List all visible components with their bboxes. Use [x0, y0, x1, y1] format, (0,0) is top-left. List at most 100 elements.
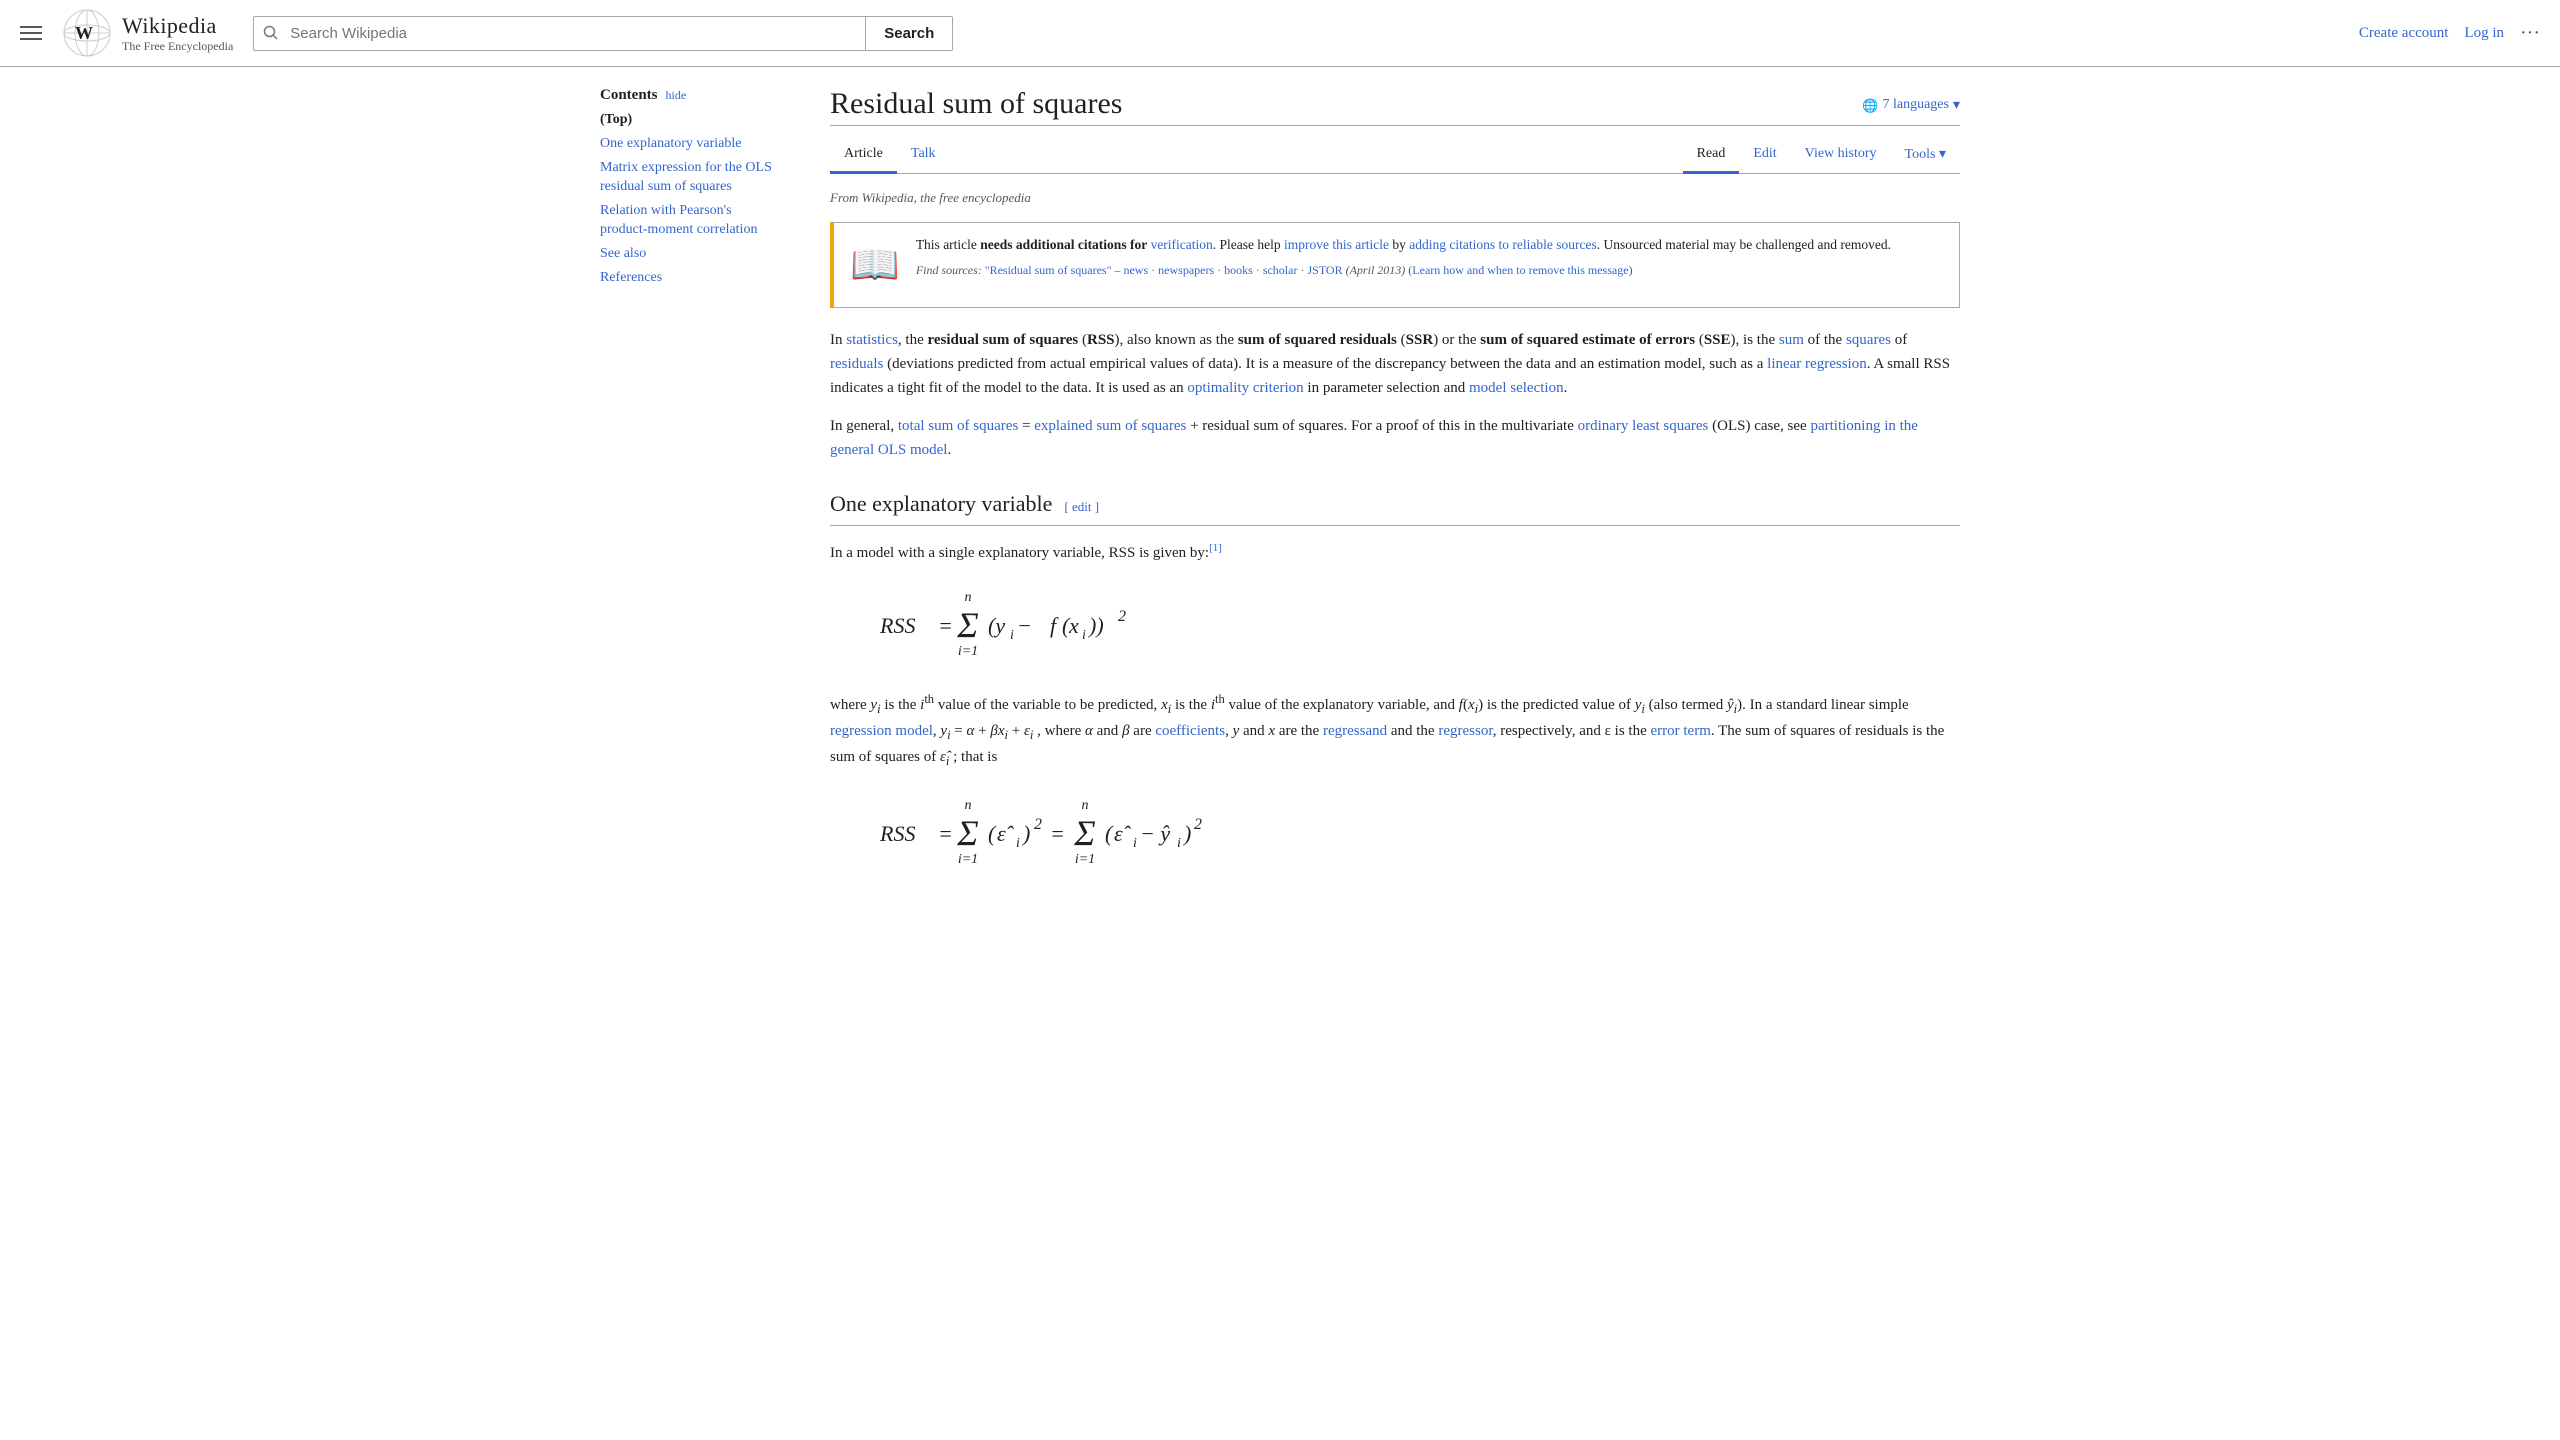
svg-text:): ) [1182, 821, 1191, 846]
svg-text:(y: (y [988, 613, 1005, 638]
formula-2-svg: RSS = n Σ i=1 ( ε̂ i ) 2 = n Σ i=1 ( [870, 791, 1270, 871]
regressand-link[interactable]: regressand [1323, 723, 1387, 739]
toc-item-5[interactable]: References [600, 270, 662, 285]
header-actions: Create account Log in ··· [2359, 22, 2540, 45]
svg-text:n: n [1082, 798, 1089, 813]
svg-text:i=1: i=1 [1075, 852, 1095, 867]
svg-text:f: f [1050, 613, 1059, 638]
svg-text:Σ: Σ [956, 813, 978, 853]
find-sources-text: Find sources: "Residual sum of squares" … [916, 261, 1943, 279]
tab-view-history[interactable]: View history [1791, 138, 1891, 174]
tab-article[interactable]: Article [830, 138, 897, 174]
toc-item-4[interactable]: See also [600, 246, 646, 261]
create-account-link[interactable]: Create account [2359, 25, 2449, 42]
toc-title-label: Contents [600, 87, 658, 104]
tab-tools[interactable]: Tools ▾ [1891, 138, 1960, 174]
site-logo[interactable]: W Wikipedia The Free Encyclopedia [62, 8, 233, 58]
svg-text:2: 2 [1118, 608, 1126, 625]
search-form: Search [253, 16, 953, 51]
footnote-ref-1[interactable]: [1] [1209, 542, 1222, 554]
svg-text:RSS: RSS [879, 821, 915, 846]
learn-how-link[interactable]: Learn how and when to remove this messag… [1412, 263, 1628, 277]
tab-talk[interactable]: Talk [897, 138, 950, 174]
optimality-criterion-link[interactable]: optimality criterion [1187, 380, 1303, 396]
article-body: In statistics, the residual sum of squar… [830, 328, 1960, 880]
svg-text:RSS: RSS [879, 613, 915, 638]
from-wikipedia-text: From Wikipedia, the free encyclopedia [830, 190, 1960, 206]
statistics-link[interactable]: statistics [846, 332, 898, 348]
svg-text:ε̂: ε̂ [997, 821, 1015, 846]
section1-paragraph-1: In a model with a single explanatory var… [830, 540, 1960, 565]
toc-item-3[interactable]: Relation with Pearson's product-moment c… [600, 203, 757, 238]
site-title: Wikipedia [122, 13, 233, 39]
svg-text:(: ( [988, 821, 997, 846]
translate-icon: 🌐 [1862, 97, 1878, 113]
news-link[interactable]: news [1123, 263, 1148, 277]
languages-button[interactable]: 🌐 7 languages ▾ [1862, 97, 1960, 114]
section-1-edit-link[interactable]: [ edit ] [1064, 497, 1099, 518]
svg-text:i=1: i=1 [958, 852, 978, 867]
wikipedia-logo-icon: W [62, 8, 112, 58]
svg-text:🌐: 🌐 [1862, 98, 1878, 113]
citation-text-pre: This article [916, 237, 980, 252]
svg-text:2: 2 [1194, 816, 1202, 833]
svg-text:Σ: Σ [956, 605, 978, 645]
search-icon [263, 25, 279, 41]
svg-text:2: 2 [1034, 816, 1042, 833]
rss-formula-1: RSS = n Σ i=1 (y i − f ( x i )) 2 [870, 585, 1960, 669]
source-query-link[interactable]: "Residual sum of squares" [985, 263, 1112, 277]
intro-paragraph-1: In statistics, the residual sum of squar… [830, 328, 1960, 400]
toc-hide-button[interactable]: hide [666, 88, 687, 103]
adding-citations-link[interactable]: adding citations to reliable sources [1409, 237, 1596, 252]
error-term-link[interactable]: error term [1651, 723, 1711, 739]
scholar-link[interactable]: scholar [1263, 263, 1298, 277]
login-link[interactable]: Log in [2464, 25, 2504, 42]
verification-link[interactable]: verification [1151, 237, 1213, 252]
section1-paragraph-2: where yi is the ith value of the variabl… [830, 689, 1960, 771]
total-sum-squares-link[interactable]: total sum of squares [898, 418, 1018, 434]
search-input[interactable] [253, 16, 865, 51]
citation-text: This article needs additional citations … [916, 235, 1943, 295]
books-link[interactable]: books [1224, 263, 1253, 277]
svg-text:(: ( [1105, 821, 1114, 846]
svg-text:=: = [1050, 821, 1065, 846]
jstor-link[interactable]: JSTOR [1307, 263, 1342, 277]
linear-regression-link[interactable]: linear regression [1767, 356, 1867, 372]
toc-item-1[interactable]: One explanatory variable [600, 136, 742, 151]
tab-read[interactable]: Read [1683, 138, 1740, 174]
toc-top-item[interactable]: (Top) [600, 112, 780, 128]
svg-text:=: = [938, 821, 953, 846]
page-wrapper: Contents hide (Top) One explanatory vari… [580, 67, 1980, 920]
more-options-button[interactable]: ··· [2520, 22, 2540, 45]
toc-item-2[interactable]: Matrix expression for the OLS residual s… [600, 160, 772, 195]
squares-link[interactable]: squares [1846, 332, 1891, 348]
chevron-down-icon: ▾ [1953, 97, 1960, 114]
newspapers-link[interactable]: newspapers [1158, 263, 1214, 277]
svg-text:i=1: i=1 [958, 644, 978, 659]
svg-text:=: = [938, 613, 953, 638]
sum-link[interactable]: sum [1779, 332, 1804, 348]
ordinary-least-squares-link[interactable]: ordinary least squares [1578, 418, 1709, 434]
svg-text:i: i [1177, 836, 1181, 851]
formula-svg: RSS = n Σ i=1 (y i − f ( x i )) 2 [870, 585, 1190, 660]
hamburger-menu[interactable] [20, 26, 42, 40]
residuals-link[interactable]: residuals [830, 356, 883, 372]
search-button[interactable]: Search [865, 16, 953, 51]
tab-right-group: Read Edit View history Tools ▾ [1683, 138, 1960, 173]
tab-edit[interactable]: Edit [1739, 138, 1790, 174]
chevron-down-icon: ▾ [1939, 147, 1946, 162]
regressor-link[interactable]: regressor [1438, 723, 1492, 739]
site-subtitle: The Free Encyclopedia [122, 39, 233, 53]
svg-text:i: i [1016, 836, 1020, 851]
svg-text:i: i [1010, 628, 1014, 643]
regression-model-link[interactable]: regression model [830, 723, 933, 739]
model-selection-link[interactable]: model selection [1469, 380, 1564, 396]
explained-sum-squares-link[interactable]: explained sum of squares [1034, 418, 1186, 434]
svg-text:): ) [1021, 821, 1030, 846]
improve-article-link[interactable]: improve this article [1284, 237, 1389, 252]
svg-text:)): )) [1087, 613, 1104, 638]
site-header: W Wikipedia The Free Encyclopedia Search… [0, 0, 2560, 67]
coefficients-link[interactable]: coefficients [1155, 723, 1225, 739]
article-content: Residual sum of squares 🌐 7 languages ▾ … [800, 67, 1960, 920]
intro-paragraph-2: In general, total sum of squares = expla… [830, 414, 1960, 462]
